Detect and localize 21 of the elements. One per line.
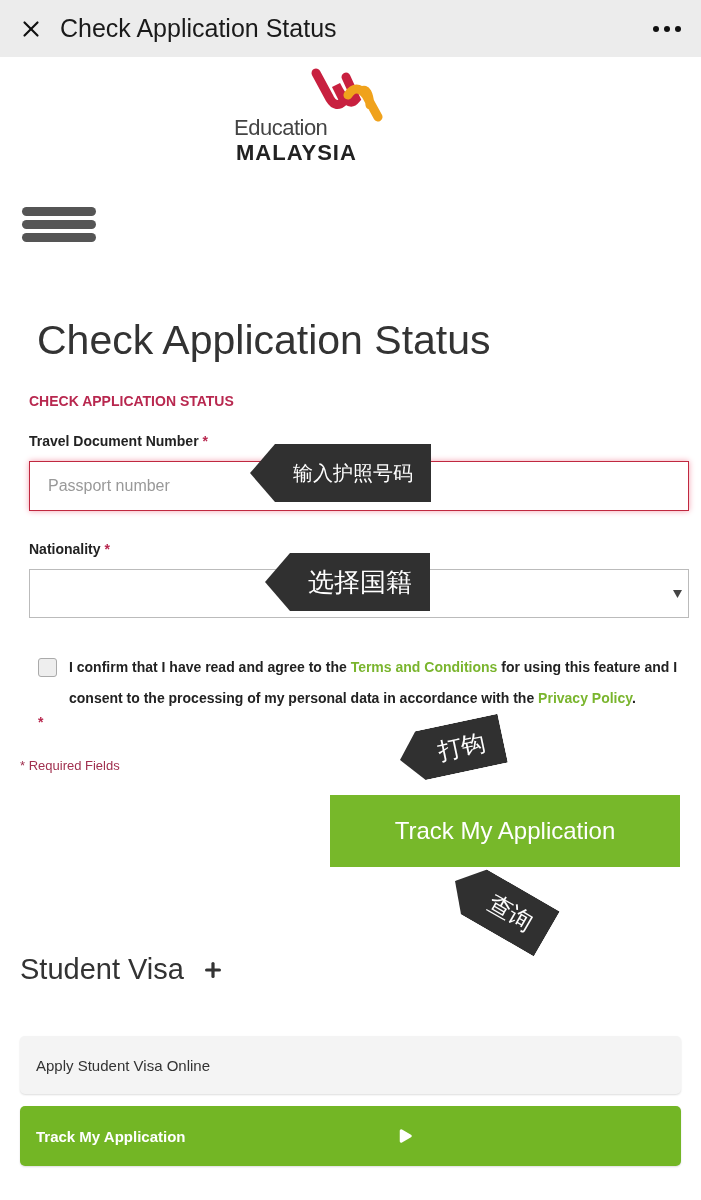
consent-text: I confirm that I have read and agree to the Terms and Conditions for using this feature and I consent to the processing of my personal data in accordance with the Privacy Policy. (69, 658, 679, 709)
menu-button[interactable] (22, 207, 96, 242)
terms-link[interactable]: Terms and Conditions (350, 659, 498, 676)
dropdown-icon (673, 589, 682, 598)
section-heading: Student Visa (20, 953, 184, 987)
field-label: Nationality * (29, 541, 111, 558)
visa-link[interactable]: Apply Student Visa Online (20, 1036, 681, 1095)
required-note: * Required Fields (20, 758, 121, 774)
callout-tag: 输入护照号码 (250, 444, 431, 503)
more-icon[interactable] (653, 25, 681, 32)
required-mark: * (38, 714, 45, 731)
section-label: CHECK APPLICATION STATUS (29, 393, 235, 410)
page-title: Check Application Status (60, 14, 338, 43)
consent-checkbox[interactable] (38, 658, 57, 678)
page-heading: Check Application Status (37, 318, 492, 364)
logo-text: Education (234, 115, 328, 141)
track-application-button[interactable]: Track My Application (330, 795, 680, 868)
logo-text: MALAYSIA (236, 140, 357, 166)
visa-link[interactable]: Track My Application (20, 1106, 681, 1167)
field-label: Travel Document Number * (29, 433, 209, 450)
callout-tag: 选择国籍 (265, 553, 430, 612)
